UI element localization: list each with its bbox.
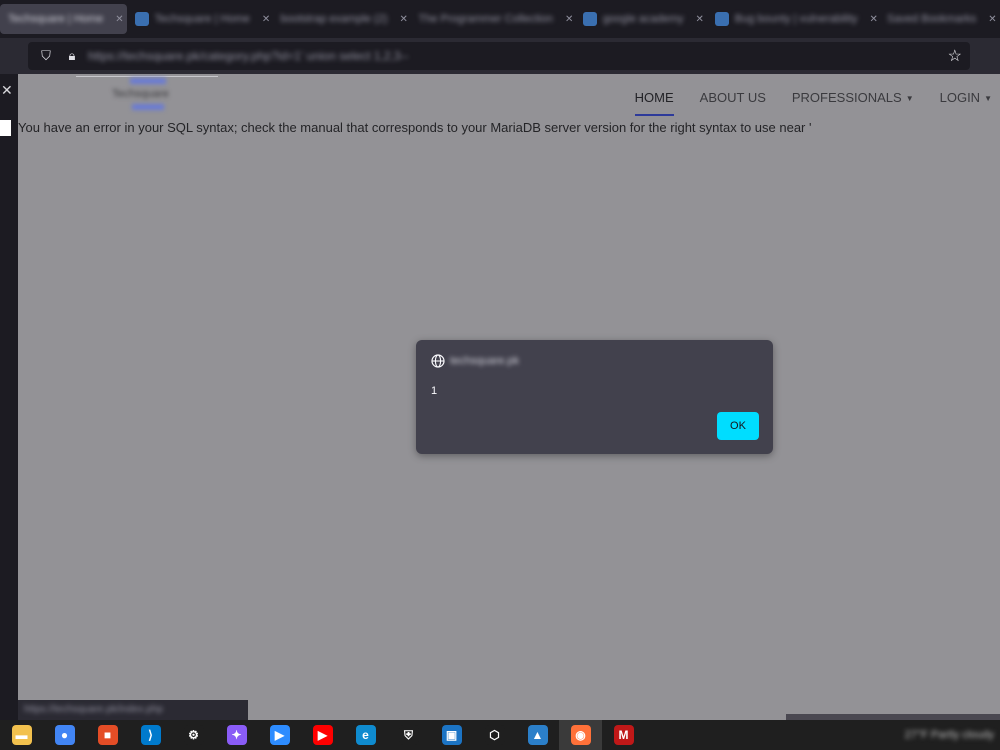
caret-down-icon: ▼ xyxy=(984,94,992,104)
taskbar-settings-button[interactable]: ⚙ xyxy=(172,720,215,750)
zoom-icon: ▶ xyxy=(269,725,290,745)
chrome-icon: ● xyxy=(54,725,75,745)
alert-message: 1 xyxy=(431,385,438,397)
messenger-icon: ✦ xyxy=(226,725,247,745)
tab-title: bootstrap example (2) xyxy=(280,13,388,25)
taskbar-messenger-button[interactable]: ✦ xyxy=(215,720,258,750)
favicon-icon xyxy=(714,12,729,26)
browser-tab-strip: Techsquare | Home ✕ Techsquare | Home ✕ … xyxy=(0,0,1000,38)
close-tab-icon[interactable]: ✕ xyxy=(262,14,270,25)
tab-title: The Programmer Collection xyxy=(418,13,553,25)
taskbar-microsoft-store-button[interactable]: ■ xyxy=(86,720,129,750)
ok-button[interactable]: OK xyxy=(717,412,759,440)
url-text[interactable]: https://techsquare.pk/category.php?id=1'… xyxy=(88,49,409,63)
mcafee-icon: M xyxy=(613,725,634,745)
shield-icon[interactable]: ⛉ xyxy=(38,48,54,64)
taskbar-file-explorer-button[interactable]: ▬ xyxy=(0,720,43,750)
browser-tab-6[interactable]: Saved Bookmarks ✕ xyxy=(879,4,1000,34)
youtube-icon: ▶ xyxy=(312,725,333,745)
browser-tab-3[interactable]: The Programmer Collection ✕ xyxy=(410,4,574,34)
browser-tab-0[interactable]: Techsquare | Home ✕ xyxy=(0,4,127,34)
site-nav: HOME ABOUT US PROFESSIONALS ▼ LOGIN ▼ xyxy=(634,90,992,116)
site-logo[interactable]: Techsquare xyxy=(76,74,218,116)
close-tab-icon[interactable]: ✕ xyxy=(565,14,573,25)
close-tab-icon[interactable]: ✕ xyxy=(870,14,878,25)
globe-icon xyxy=(431,354,445,368)
nav-label: PROFESSIONALS xyxy=(791,90,902,105)
nav-label: LOGIN xyxy=(939,90,981,105)
taskbar-edge-button[interactable]: e xyxy=(344,720,387,750)
virtualbox-icon: ▣ xyxy=(441,725,462,745)
vscode-icon: ⟩ xyxy=(140,725,161,745)
nav-professionals[interactable]: PROFESSIONALS ▼ xyxy=(792,90,914,105)
link-status-bar: https://techsquare.pk/index.php xyxy=(18,700,248,720)
taskbar-vscode-button[interactable]: ⟩ xyxy=(129,720,172,750)
address-bar[interactable]: ⛉ 🔒︎ https://techsquare.pk/category.php?… xyxy=(28,42,970,70)
logo-divider xyxy=(76,76,218,77)
os-taskbar: ▬ ● ■ ⟩ ⚙ ✦ ▶ ▶ e ⛨ ▣ ⬡ ▲ ◉ M 27°F Partly cloudy xyxy=(0,720,1000,750)
taskbar-security-button[interactable]: ⛨ xyxy=(387,720,430,750)
close-tab-icon[interactable]: ✕ xyxy=(400,14,408,25)
photos-icon: ▲ xyxy=(527,725,548,745)
browser-tab-1[interactable]: Techsquare | Home ✕ xyxy=(127,4,273,34)
weather-widget[interactable]: 27°F Partly cloudy xyxy=(905,729,994,741)
sidebar-toggle[interactable] xyxy=(0,120,11,136)
system-tray: 27°F Partly cloudy xyxy=(905,720,994,750)
taskbar-virtualbox-button[interactable]: ▣ xyxy=(430,720,473,750)
browser-tab-4[interactable]: google academy ✕ xyxy=(575,4,707,34)
browser-toolbar: ⛉ 🔒︎ https://techsquare.pk/category.php?… xyxy=(0,38,1000,74)
taskbar-photos-button[interactable]: ▲ xyxy=(516,720,559,750)
tab-title: Techsquare | Home xyxy=(154,13,250,25)
taskbar-youtube-button[interactable]: ▶ xyxy=(301,720,344,750)
tab-title: Saved Bookmarks xyxy=(886,13,977,25)
nav-login[interactable]: LOGIN ▼ xyxy=(940,90,992,105)
security-icon: ⛨ xyxy=(398,725,419,745)
sql-error-message: You have an error in your SQL syntax; ch… xyxy=(18,120,812,135)
taskbar-3d-viewer-button[interactable]: ⬡ xyxy=(473,720,516,750)
close-tab-icon[interactable]: ✕ xyxy=(988,14,996,25)
taskbar-firefox-button[interactable]: ◉ xyxy=(559,720,602,750)
logo-mark xyxy=(132,104,164,110)
logo-text: Techsquare xyxy=(112,88,169,100)
bookmark-star-icon[interactable]: ☆ xyxy=(948,46,962,66)
close-tab-icon[interactable]: ✕ xyxy=(696,14,704,25)
favicon-icon xyxy=(582,12,597,26)
taskbar-chrome-button[interactable]: ● xyxy=(43,720,86,750)
tab-title: Techsquare | Home xyxy=(8,13,104,25)
lock-icon[interactable]: 🔒︎ xyxy=(64,48,80,64)
nav-label: ABOUT US xyxy=(699,90,766,105)
logo-mark xyxy=(130,78,166,84)
tab-title: Bug bounty | vulnerability xyxy=(734,13,858,25)
caret-down-icon: ▼ xyxy=(905,94,914,104)
browser-tab-2[interactable]: bootstrap example (2) ✕ xyxy=(273,4,411,34)
edge-icon: e xyxy=(355,725,376,745)
browser-tab-5[interactable]: Bug bounty | vulnerability ✕ xyxy=(707,4,879,34)
file-explorer-icon: ▬ xyxy=(11,725,32,745)
settings-icon: ⚙ xyxy=(183,725,204,745)
nav-about-us[interactable]: ABOUT US xyxy=(700,90,766,105)
status-url: https://techsquare.pk/index.php xyxy=(24,704,163,715)
taskbar-zoom-button[interactable]: ▶ xyxy=(258,720,301,750)
3d-viewer-icon: ⬡ xyxy=(484,725,505,745)
tab-title: google academy xyxy=(602,13,684,25)
nav-label: HOME xyxy=(634,90,674,105)
nav-home[interactable]: HOME xyxy=(634,90,674,116)
alert-origin: techsquare.pk xyxy=(450,355,520,367)
close-sidebar-icon[interactable]: ✕ xyxy=(1,82,13,99)
firefox-icon: ◉ xyxy=(570,725,591,745)
favicon-icon xyxy=(134,12,149,26)
alert-dialog: techsquare.pk 1 OK xyxy=(416,340,773,454)
close-tab-icon[interactable]: ✕ xyxy=(115,14,123,25)
microsoft-store-icon: ■ xyxy=(97,725,118,745)
sidebar-panel: ✕ xyxy=(0,74,18,720)
taskbar-mcafee-button[interactable]: M xyxy=(602,720,645,750)
